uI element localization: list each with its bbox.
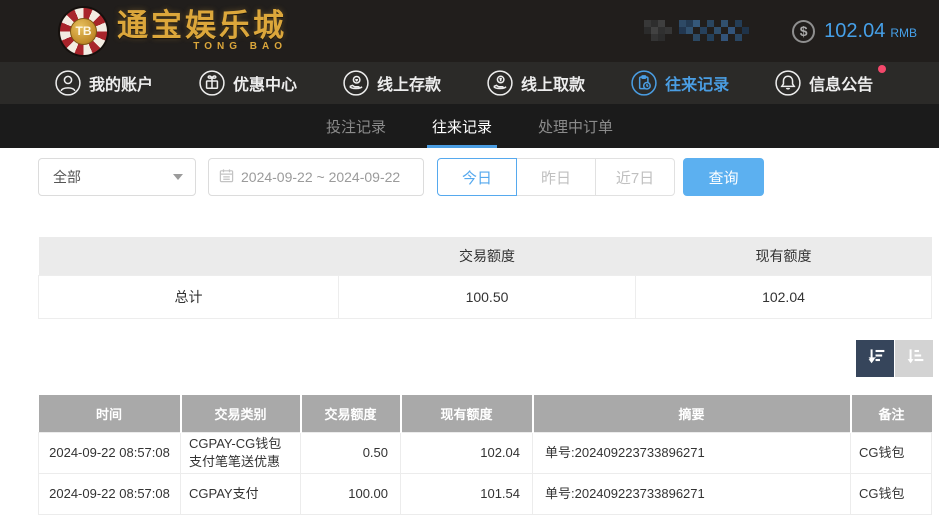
summary-header-row: 交易额度 现有额度 [39,237,932,275]
table-row: 2024-09-22 08:57:08 CGPAY支付 100.00 101.5… [39,473,932,514]
nav-item-withdraw[interactable]: 线上取款 [487,70,585,96]
sort-descending-button[interactable] [856,340,894,377]
type-select-value: 全部 [53,167,81,187]
chevron-down-icon [173,174,183,180]
nav-item-my-account[interactable]: 我的账户 [55,70,153,96]
balance-currency: RMB [890,26,917,40]
deposit-coin-icon [343,70,369,96]
quick-yesterday-button[interactable]: 昨日 [516,158,596,196]
page: TB 通宝娱乐城 TONG BAO $ 102.04 RMB 我 [0,0,939,521]
gift-icon [199,70,225,96]
tab-betting-records[interactable]: 投注记录 [326,104,386,148]
content-area: 全部 2024-09-22 ~ 2024-09-22 今日 昨日 近7日 查询 [0,148,939,521]
cell-note: CG钱包 [851,432,932,473]
summary-current-amount: 102.04 [636,275,932,318]
date-range-value: 2024-09-22 ~ 2024-09-22 [241,169,400,185]
records-header-row: 时间 交易类别 交易额度 现有额度 摘要 备注 [39,395,932,432]
nav-item-promotions[interactable]: 优惠中心 [199,70,297,96]
summary-trade-amount: 100.50 [339,275,636,318]
chip-monogram: TB [70,18,97,45]
filter-toolbar: 全部 2024-09-22 ~ 2024-09-22 今日 昨日 近7日 查询 [38,158,764,196]
cell-time: 2024-09-22 08:57:08 [39,432,181,473]
nav-label: 优惠中心 [233,71,297,95]
col-note: 备注 [851,395,932,432]
sub-tabs: 投注记录 往来记录 处理中订单 [0,104,939,148]
date-range-input[interactable]: 2024-09-22 ~ 2024-09-22 [208,158,424,196]
nav-item-announcements[interactable]: 信息公告 [775,70,873,96]
logo-text: 通宝娱乐城 TONG BAO [117,10,287,52]
balance-display: $ 102.04 RMB [792,20,917,43]
username-redacted-block [679,20,750,42]
username-redacted-block [644,20,673,42]
nav-label: 线上取款 [521,71,585,95]
tab-transaction-records[interactable]: 往来记录 [432,104,492,148]
site-name: 通宝娱乐城 [117,10,287,41]
summary-total-row: 总计 100.50 102.04 [39,275,932,318]
col-type: 交易类别 [181,395,301,432]
dollar-circle-icon: $ [792,20,815,43]
site-logo[interactable]: TB 通宝娱乐城 TONG BAO [60,8,287,55]
sort-descending-icon [864,345,886,372]
main-nav: 我的账户 优惠中心 线上存款 [0,62,939,104]
cell-time: 2024-09-22 08:57:08 [39,473,181,514]
calendar-icon [219,168,234,186]
sort-controls [856,340,933,377]
summary-header-empty [39,237,339,275]
cell-summary: 单号:202409223733896271 [533,432,851,473]
search-button[interactable]: 查询 [683,158,764,196]
cell-note: CG钱包 [851,473,932,514]
col-summary: 摘要 [533,395,851,432]
cell-trade-amount: 0.50 [301,432,401,473]
quick-today-button[interactable]: 今日 [437,158,517,196]
user-area: $ 102.04 RMB [644,0,917,62]
nav-label: 我的账户 [89,71,153,95]
user-icon [55,70,81,96]
quick-range-group: 今日 昨日 近7日 [437,158,675,196]
notification-dot [878,65,886,73]
sort-ascending-icon [903,345,925,372]
type-select[interactable]: 全部 [38,158,196,196]
summary-total-label: 总计 [39,275,339,318]
sort-ascending-button[interactable] [895,340,933,377]
cell-current-amount: 101.54 [401,473,533,514]
topbar: TB 通宝娱乐城 TONG BAO $ 102.04 RMB [0,0,939,62]
nav-label: 线上存款 [377,71,441,95]
quick-last7days-button[interactable]: 近7日 [595,158,675,196]
col-trade-amount: 交易额度 [301,395,401,432]
summary-table: 交易额度 现有额度 总计 100.50 102.04 [38,237,932,319]
nav-item-transactions[interactable]: 往来记录 [631,70,729,96]
summary-header-trade-amount: 交易额度 [339,237,636,275]
nav-item-deposit[interactable]: 线上存款 [343,70,441,96]
records-table: 时间 交易类别 交易额度 现有额度 摘要 备注 2024-09-22 08:57… [38,395,932,515]
cell-current-amount: 102.04 [401,432,533,473]
cell-type: CGPAY支付 [181,473,301,514]
summary-header-current-amount: 现有额度 [636,237,932,275]
site-name-en: TONG BAO [193,42,287,52]
col-current-amount: 现有额度 [401,395,533,432]
nav-label: 信息公告 [809,71,873,95]
table-row: 2024-09-22 08:57:08 CGPAY-CG钱包支付笔笔送优惠 0.… [39,432,932,473]
cell-summary: 单号:202409223733896271 [533,473,851,514]
cell-trade-amount: 100.00 [301,473,401,514]
bell-icon [775,70,801,96]
cell-type: CGPAY-CG钱包支付笔笔送优惠 [181,432,301,473]
col-time: 时间 [39,395,181,432]
tab-processing-orders[interactable]: 处理中订单 [538,104,613,148]
nav-label: 往来记录 [665,71,729,95]
poker-chip-icon: TB [60,8,107,55]
records-clipboard-icon [631,70,657,96]
withdraw-coin-icon [487,70,513,96]
balance-amount: 102.04 [824,20,885,43]
